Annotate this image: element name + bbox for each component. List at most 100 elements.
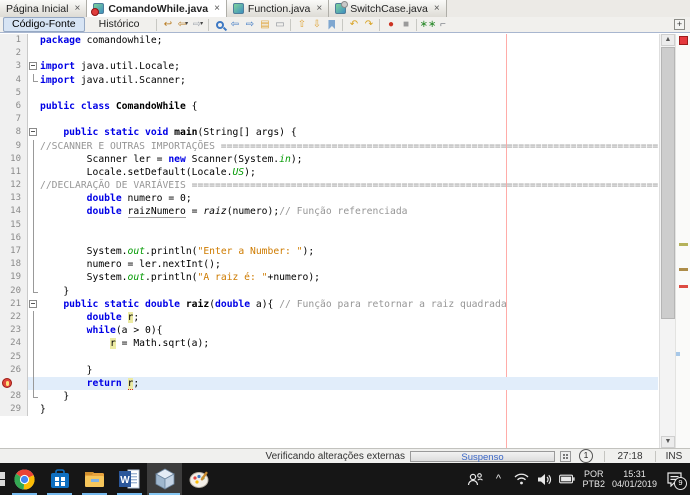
scroll-down-button[interactable]: ▼ (661, 436, 675, 448)
dropdown-arrow-icon[interactable]: ▾ (200, 18, 203, 31)
line-number-gutter[interactable]: 3 (0, 60, 28, 73)
code-line[interactable]: 1package comandowhile; (0, 34, 658, 47)
line-number-gutter[interactable]: 4 (0, 74, 28, 87)
line-number-gutter[interactable]: 16 (0, 232, 28, 245)
line-number-gutter[interactable]: 15 (0, 219, 28, 232)
line-number-gutter[interactable]: 6 (0, 100, 28, 113)
taskbar-chrome-button[interactable] (7, 463, 42, 495)
line-number-gutter[interactable]: 11 (0, 166, 28, 179)
scrollbar-thumb[interactable] (661, 47, 675, 319)
tab-switchcase-java[interactable]: SwitchCase.java× (329, 0, 446, 17)
next-bookmark-icon[interactable]: ⇩ (309, 18, 324, 31)
wifi-icon[interactable] (513, 468, 529, 490)
file-error-indicator-icon[interactable] (679, 36, 688, 45)
code-line[interactable]: 20 } (0, 285, 658, 298)
shift-line-left-icon[interactable]: ↶ (346, 18, 361, 31)
rectangular-selection-icon[interactable]: ▭ (272, 18, 287, 31)
line-number-gutter[interactable]: 2 (0, 47, 28, 60)
taskbar-file-explorer-button[interactable] (77, 463, 112, 495)
code-fold-start[interactable] (28, 60, 39, 73)
line-number-gutter[interactable]: 8 (0, 126, 28, 139)
expand-icon[interactable]: + (674, 19, 685, 30)
line-number-gutter[interactable]: 10 (0, 153, 28, 166)
notification-count-icon[interactable]: 1 (579, 449, 593, 463)
close-icon[interactable]: × (316, 3, 322, 14)
line-number-gutter[interactable]: 23 (0, 324, 28, 337)
code-line[interactable]: 21 public static double raiz(double a){ … (0, 298, 658, 311)
tab-comandowhile-java[interactable]: ComandoWhile.java× (87, 0, 227, 17)
code-line[interactable]: 3import java.util.Locale; (0, 60, 658, 73)
process-list-icon[interactable] (560, 451, 571, 462)
error-annotation-icon[interactable] (2, 378, 12, 388)
code-line[interactable]: 9//SCANNER E OUTRAS IMPORTAÇÕES ========… (0, 140, 658, 153)
line-number-gutter[interactable]: 1 (0, 34, 28, 47)
code-line[interactable]: 28 } (0, 390, 658, 403)
line-number-gutter[interactable]: 19 (0, 271, 28, 284)
line-number-gutter[interactable]: 14 (0, 205, 28, 218)
toggle-highlight-search-icon[interactable]: ▤ (257, 18, 272, 31)
code-line[interactable]: 2 (0, 47, 658, 60)
line-number-gutter[interactable]: 7 (0, 113, 28, 126)
shift-line-right-icon[interactable]: ↷ (361, 18, 376, 31)
code-line[interactable]: return r; (0, 377, 658, 390)
tray-chevron-icon[interactable]: ^ (490, 468, 506, 490)
source-view-button[interactable]: Código-Fonte (3, 17, 85, 32)
code-line[interactable]: 18 numero = ler.nextInt(); (0, 258, 658, 271)
scroll-up-button[interactable]: ▲ (661, 34, 675, 46)
tab-p-gina-inicial[interactable]: Página Inicial× (0, 0, 87, 17)
close-icon[interactable]: × (214, 3, 220, 14)
error-stripe[interactable] (675, 34, 690, 448)
code-line[interactable]: 7 (0, 113, 658, 126)
code-line[interactable]: 16 (0, 232, 658, 245)
language-indicator[interactable]: POR PTB2 (582, 469, 605, 489)
code-line[interactable]: 8 public static void main(String[] args)… (0, 126, 658, 139)
toggle-bookmark-icon[interactable] (324, 18, 339, 31)
code-line[interactable]: 25 (0, 351, 658, 364)
find-selection-icon[interactable] (212, 18, 227, 31)
action-center-icon[interactable]: 9 (664, 468, 684, 490)
forward-icon[interactable]: ⇨▾ (190, 18, 205, 31)
last-edit-position-icon[interactable]: ↩ (160, 18, 175, 31)
line-number-gutter[interactable]: 20 (0, 285, 28, 298)
code-fold-start[interactable] (28, 298, 39, 311)
dropdown-arrow-icon[interactable]: ▾ (185, 18, 188, 31)
taskbar-paint-button[interactable] (182, 463, 217, 495)
tab-function-java[interactable]: Function.java× (227, 0, 329, 17)
line-number-gutter[interactable]: 21 (0, 298, 28, 311)
line-number-gutter[interactable]: 9 (0, 140, 28, 153)
line-number-gutter[interactable]: 24 (0, 337, 28, 350)
start-button[interactable] (0, 463, 7, 495)
code-line[interactable]: 12//DECLARAÇÃO DE VARIÁVEIS ============… (0, 179, 658, 192)
comment-icon[interactable]: ∗∗ (420, 18, 435, 31)
code-line[interactable]: 10 Scanner ler = new Scanner(System.in); (0, 153, 658, 166)
code-line[interactable]: 5 (0, 87, 658, 100)
line-number-gutter[interactable]: 29 (0, 403, 28, 416)
record-macro-icon[interactable]: ● (383, 18, 398, 31)
line-number-gutter[interactable]: 13 (0, 192, 28, 205)
code-line[interactable]: 17 System.out.println("Enter a Number: "… (0, 245, 658, 258)
history-view-button[interactable]: Histórico (85, 18, 154, 31)
close-icon[interactable]: × (434, 3, 440, 14)
line-number-gutter[interactable]: 5 (0, 87, 28, 100)
find-next-occurrence-icon[interactable]: ⇨ (242, 18, 257, 31)
taskbar-word-button[interactable]: W (112, 463, 147, 495)
uncomment-icon[interactable]: ⌐ (435, 18, 450, 31)
people-icon[interactable] (467, 468, 483, 490)
line-number-gutter[interactable]: 28 (0, 390, 28, 403)
taskbar-clock[interactable]: 15:31 04/01/2019 (612, 469, 657, 489)
volume-icon[interactable] (536, 468, 552, 490)
code-line[interactable]: 11 Locale.setDefault(Locale.US); (0, 166, 658, 179)
line-number-gutter[interactable]: 12 (0, 179, 28, 192)
line-number-gutter[interactable]: 22 (0, 311, 28, 324)
code-line[interactable]: 15 (0, 219, 658, 232)
taskbar-netbeans-button[interactable] (147, 463, 182, 495)
code-area[interactable]: 1package comandowhile;23import java.util… (0, 34, 658, 448)
close-icon[interactable]: × (74, 3, 80, 14)
code-line[interactable]: 14 double raizNumero = raiz(numero);// F… (0, 205, 658, 218)
code-line[interactable]: 23 while(a > 0){ (0, 324, 658, 337)
code-line[interactable]: 26 } (0, 364, 658, 377)
stop-macro-icon[interactable]: ■ (398, 18, 413, 31)
line-number-gutter[interactable]: 18 (0, 258, 28, 271)
back-icon[interactable]: ⇦▾ (175, 18, 190, 31)
line-number-gutter[interactable]: 17 (0, 245, 28, 258)
